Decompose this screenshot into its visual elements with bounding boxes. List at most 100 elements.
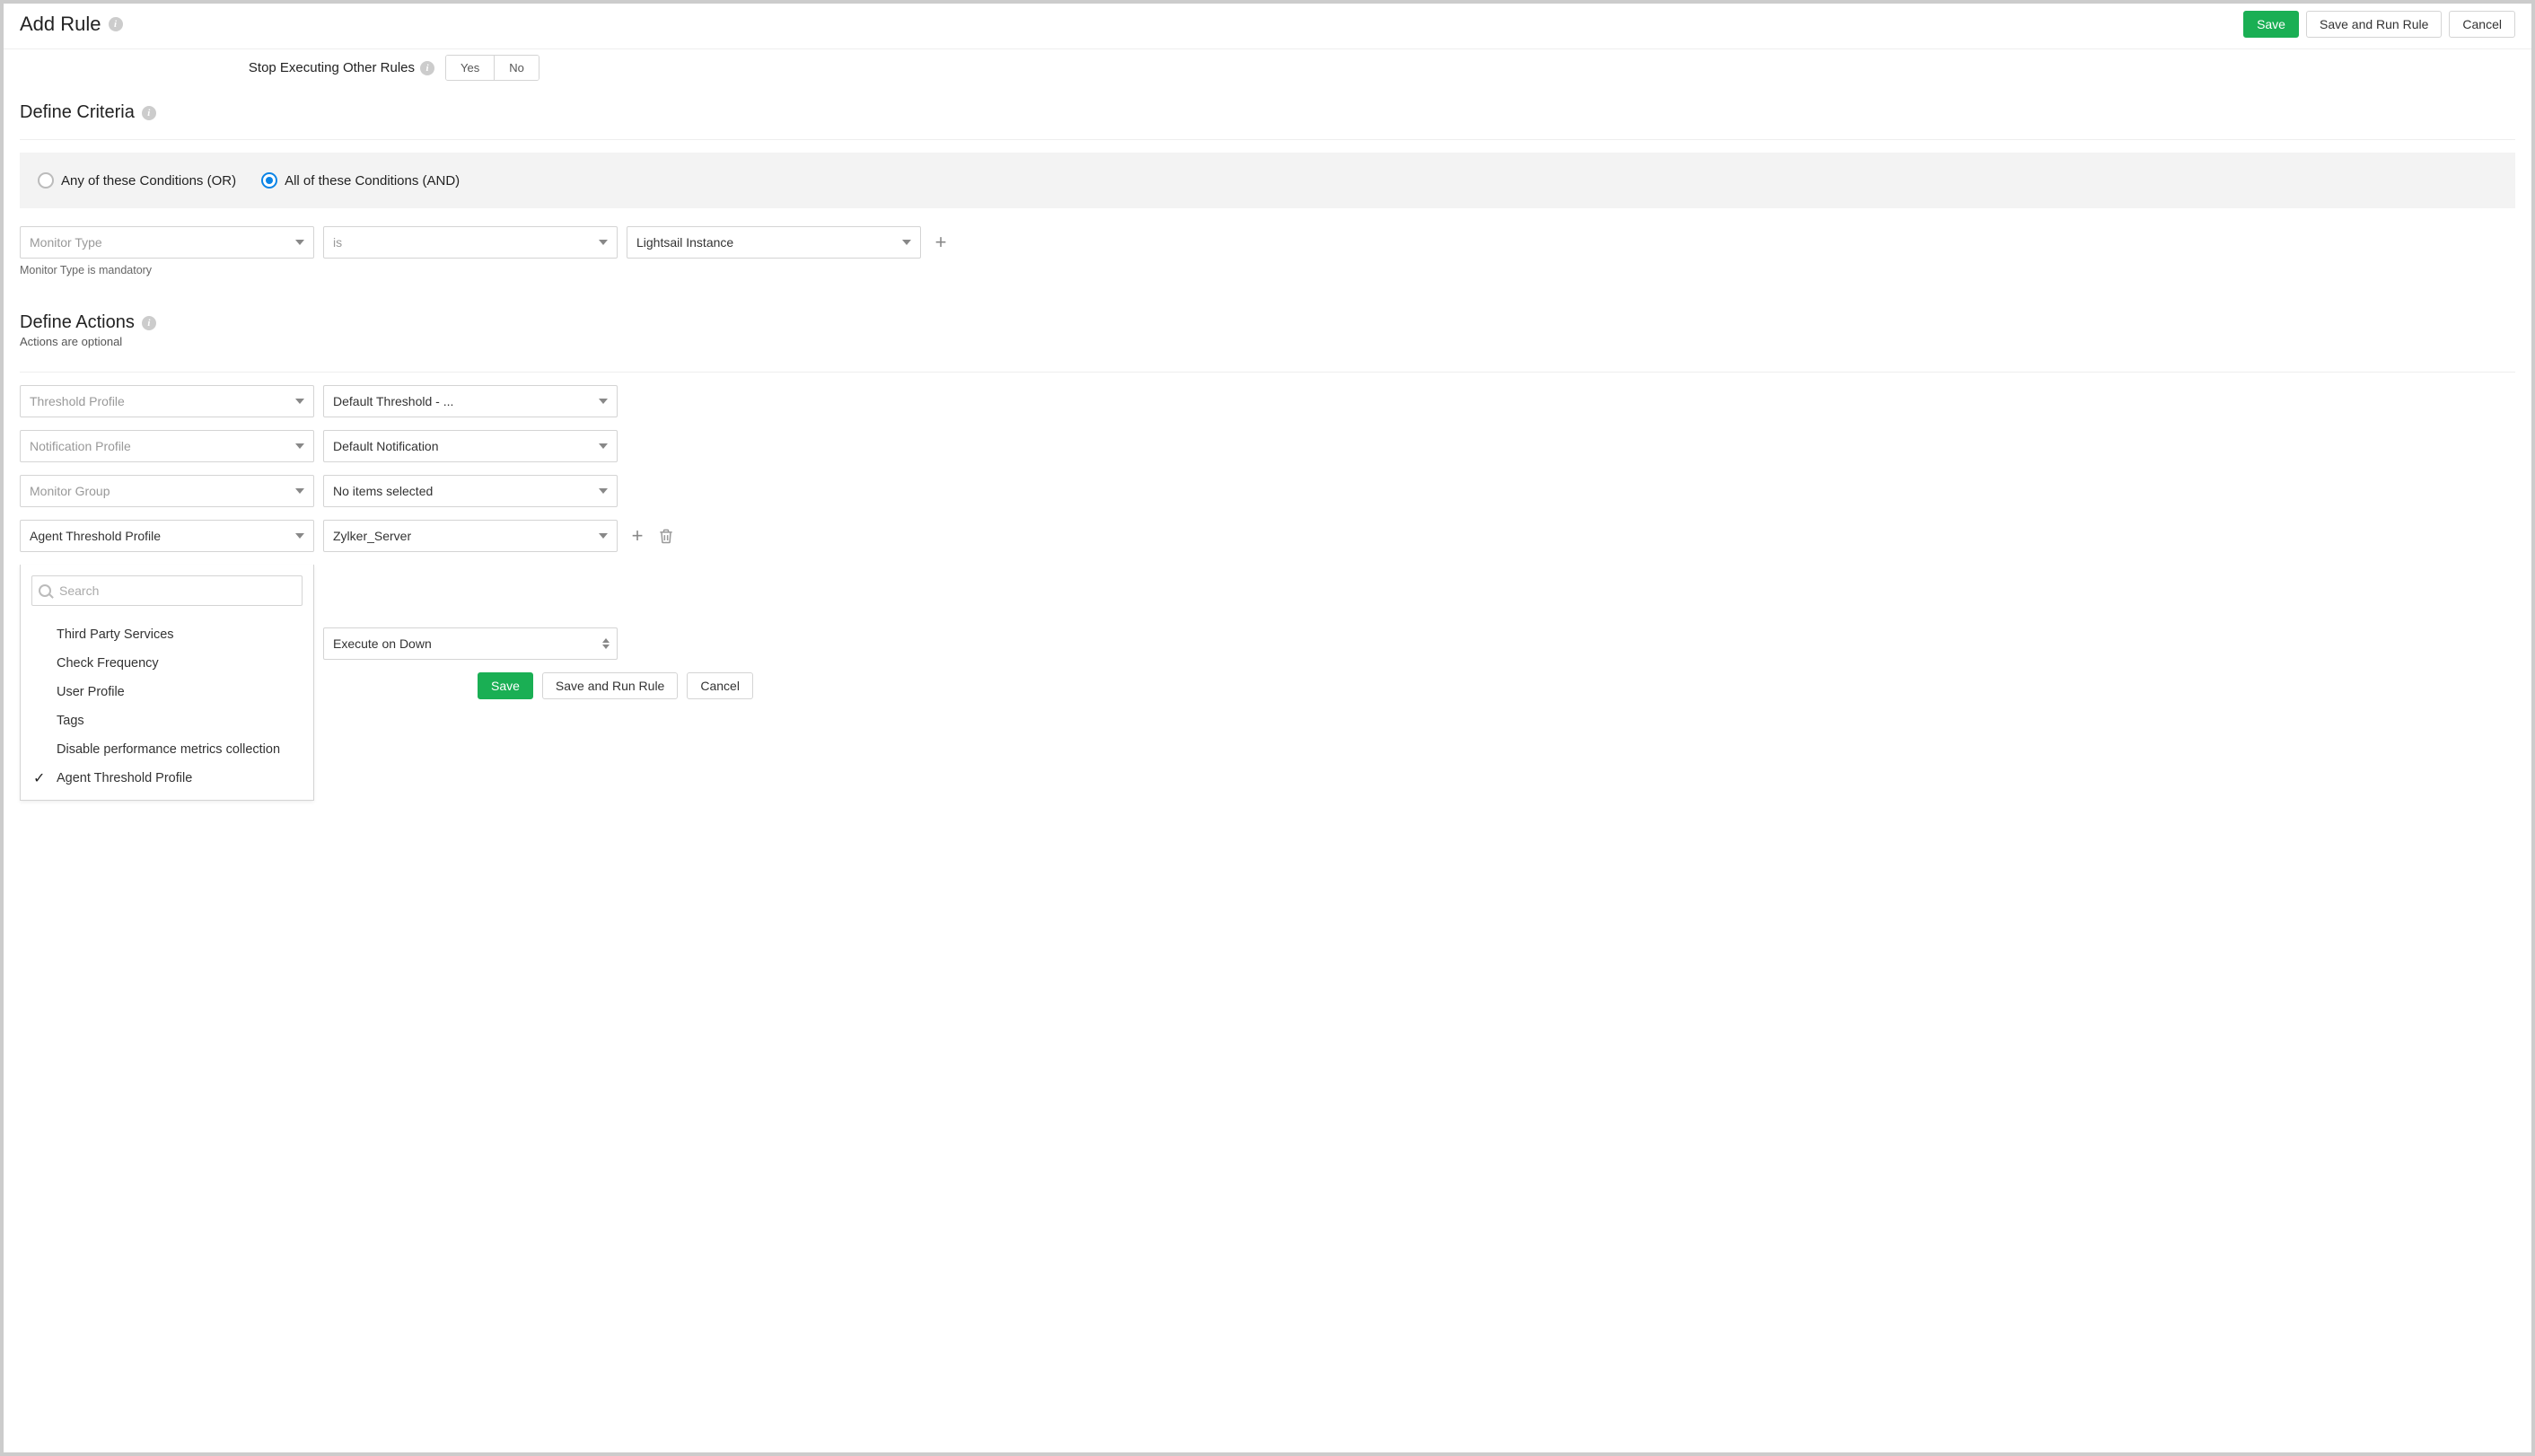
define-actions-section: Define Actions i Actions are optional — [4, 296, 2531, 363]
action-value-text: No items selected — [333, 484, 433, 498]
chevron-down-icon — [599, 488, 608, 494]
criteria-operator-select[interactable]: is — [323, 226, 618, 259]
info-icon[interactable]: i — [109, 17, 123, 31]
execute-text: Execute on Down — [333, 636, 432, 651]
define-actions-heading: Define Actions i — [20, 312, 2515, 333]
action-value-text: Default Notification — [333, 439, 439, 453]
dropdown-list: Third Party Services Check Frequency User … — [21, 615, 313, 800]
action-value-select[interactable]: Zylker_Server — [323, 520, 618, 552]
save-button[interactable]: Save — [478, 672, 533, 699]
action-type-select-open[interactable]: Agent Threshold Profile — [20, 520, 314, 552]
stepper-icon — [602, 638, 610, 649]
conditions-bar: Any of these Conditions (OR) All of thes… — [20, 153, 2515, 208]
action-type-dropdown: Third Party Services Check Frequency User … — [20, 565, 314, 801]
execute-select[interactable]: Execute on Down — [323, 627, 618, 660]
dropdown-item[interactable]: Tags — [21, 706, 313, 735]
action-type-text: Agent Threshold Profile — [30, 529, 161, 543]
criteria-field-text: Monitor Type — [30, 235, 102, 250]
action-value-text: Default Threshold - ... — [333, 394, 453, 408]
dropdown-item[interactable]: ✓ Agent Threshold Profile — [21, 764, 313, 793]
info-icon[interactable]: i — [420, 61, 434, 75]
radio-icon — [261, 172, 277, 189]
dropdown-item-label: User Profile — [57, 685, 125, 699]
dropdown-item[interactable]: Check Frequency — [21, 649, 313, 678]
define-criteria-heading: Define Criteria i — [20, 102, 2515, 123]
search-icon — [39, 584, 51, 597]
save-button[interactable]: Save — [2243, 11, 2299, 38]
footer-actions: Save Save and Run Rule Cancel — [461, 672, 2531, 699]
criteria-op-text: is — [333, 235, 342, 250]
action-value-select[interactable]: Default Notification — [323, 430, 618, 462]
criteria-row: Monitor Type is Lightsail Instance + — [4, 226, 2531, 259]
save-and-run-button[interactable]: Save and Run Rule — [542, 672, 678, 699]
chevron-down-icon — [599, 443, 608, 449]
radio-all-label: All of these Conditions (AND) — [285, 173, 460, 189]
action-type-text: Threshold Profile — [30, 394, 125, 408]
dropdown-item-label: Tags — [57, 714, 84, 728]
action-type-select[interactable]: Monitor Group — [20, 475, 314, 507]
action-row-monitor-group: Monitor Group No items selected — [4, 475, 2531, 507]
chevron-down-icon — [599, 240, 608, 245]
dropdown-item-label: Check Frequency — [57, 656, 159, 671]
radio-any-label: Any of these Conditions (OR) — [61, 173, 236, 189]
divider — [20, 372, 2515, 373]
info-icon[interactable]: i — [142, 106, 156, 120]
no-button[interactable]: No — [495, 56, 539, 80]
criteria-value-select[interactable]: Lightsail Instance — [627, 226, 921, 259]
criteria-heading-text: Define Criteria — [20, 102, 135, 123]
yes-button[interactable]: Yes — [446, 56, 495, 80]
action-row-agent-threshold: Agent Threshold Profile Zylker_Server + — [4, 520, 2531, 552]
chevron-down-icon — [295, 399, 304, 404]
chevron-down-icon — [599, 533, 608, 539]
radio-all-conditions[interactable]: All of these Conditions (AND) — [261, 172, 460, 189]
dropdown-search-input[interactable] — [31, 575, 303, 606]
add-criteria-icon[interactable]: + — [930, 232, 952, 253]
yes-no-toggle: Yes No — [445, 55, 539, 81]
action-type-text: Notification Profile — [30, 439, 131, 453]
chevron-down-icon — [599, 399, 608, 404]
action-type-select[interactable]: Notification Profile — [20, 430, 314, 462]
dropdown-item-label: Agent Threshold Profile — [57, 771, 192, 785]
criteria-field-select[interactable]: Monitor Type — [20, 226, 314, 259]
actions-heading-text: Define Actions — [20, 312, 135, 333]
action-row-threshold-profile: Threshold Profile Default Threshold - ..… — [4, 385, 2531, 417]
cancel-button[interactable]: Cancel — [2449, 11, 2515, 38]
delete-action-icon[interactable] — [657, 527, 675, 545]
radio-any-conditions[interactable]: Any of these Conditions (OR) — [38, 172, 236, 189]
action-type-text: Monitor Group — [30, 484, 110, 498]
actions-optional-note: Actions are optional — [20, 335, 2515, 348]
dropdown-item[interactable]: Third Party Services — [21, 620, 313, 649]
stop-executing-label: Stop Executing Other Rules i — [4, 60, 434, 75]
divider — [20, 139, 2515, 140]
criteria-mandatory-note: Monitor Type is mandatory — [4, 264, 2531, 276]
stop-executing-text: Stop Executing Other Rules — [249, 60, 415, 75]
dropdown-item[interactable]: User Profile — [21, 678, 313, 706]
title-text: Add Rule — [20, 13, 101, 36]
save-and-run-button[interactable]: Save and Run Rule — [2306, 11, 2442, 38]
info-icon[interactable]: i — [142, 316, 156, 330]
criteria-value-text: Lightsail Instance — [636, 235, 733, 250]
cancel-button[interactable]: Cancel — [687, 672, 753, 699]
add-action-icon[interactable]: + — [627, 525, 648, 547]
actions-area: Threshold Profile Default Threshold - ..… — [4, 385, 2531, 735]
action-value-select[interactable]: Default Threshold - ... — [323, 385, 618, 417]
dropdown-search-wrap — [21, 565, 313, 615]
radio-icon — [38, 172, 54, 189]
action-value-select[interactable]: No items selected — [323, 475, 618, 507]
chevron-down-icon — [295, 533, 304, 539]
page-title: Add Rule i — [20, 13, 123, 36]
dropdown-item[interactable]: Disable performance metrics collection — [21, 735, 313, 764]
chevron-down-icon — [295, 443, 304, 449]
stop-executing-row: Stop Executing Other Rules i Yes No — [4, 49, 2531, 93]
action-row-notification-profile: Notification Profile Default Notificatio… — [4, 430, 2531, 462]
action-value-text: Zylker_Server — [333, 529, 411, 543]
check-icon: ✓ — [33, 769, 45, 787]
header-bar: Add Rule i Save Save and Run Rule Cancel — [4, 4, 2531, 49]
action-type-select[interactable]: Threshold Profile — [20, 385, 314, 417]
header-actions: Save Save and Run Rule Cancel — [2243, 11, 2515, 38]
chevron-down-icon — [295, 488, 304, 494]
action-row-execute: Execute on Down — [307, 627, 2531, 660]
chevron-down-icon — [902, 240, 911, 245]
dropdown-item-label: Third Party Services — [57, 627, 174, 642]
chevron-down-icon — [295, 240, 304, 245]
